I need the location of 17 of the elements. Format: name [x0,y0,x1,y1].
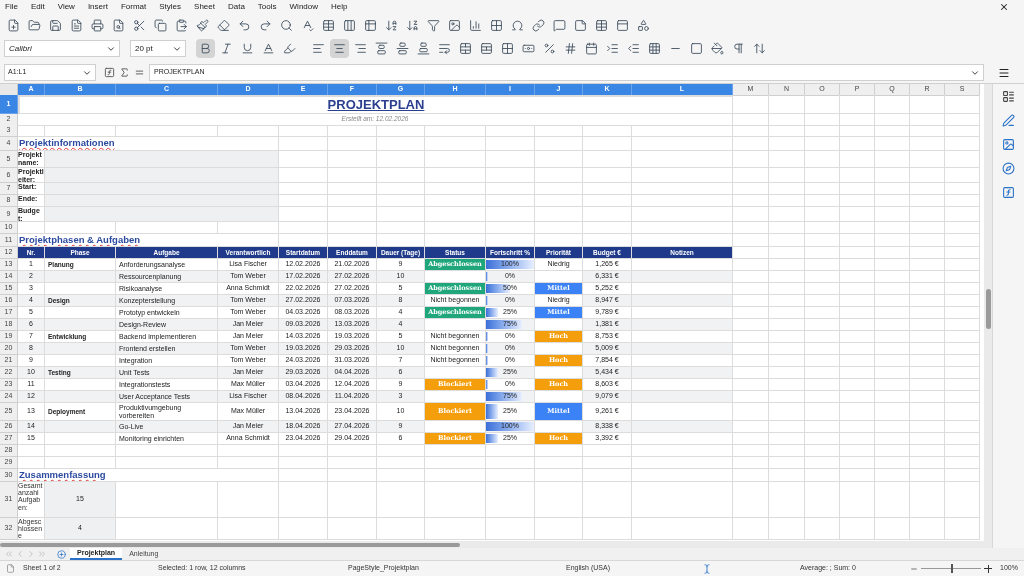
section-heading: Zusammenfassung [19,469,106,481]
menu-item[interactable]: File [5,1,18,13]
menu-item[interactable]: Data [227,1,245,13]
menu-item[interactable]: Tools [257,1,277,13]
menu-item[interactable]: Window [289,1,318,13]
section-heading: Projektphasen & Aufgaben [19,234,141,246]
menu-item[interactable]: Sheet [194,1,215,13]
font-size-field[interactable]: 20 pt [130,40,186,57]
font-name-field[interactable]: Calibri [4,40,120,57]
menu-item[interactable]: Styles [159,1,182,13]
menu-item[interactable]: Insert [87,1,108,13]
menu-item[interactable]: Help [331,1,348,13]
menu-item[interactable]: Edit [30,1,45,13]
menu-item[interactable]: Format [120,1,147,13]
section-heading: Projektinformationen [19,137,115,150]
menu-item[interactable]: View [57,1,75,13]
sheet-title: PROJEKTPLAN [327,97,425,113]
